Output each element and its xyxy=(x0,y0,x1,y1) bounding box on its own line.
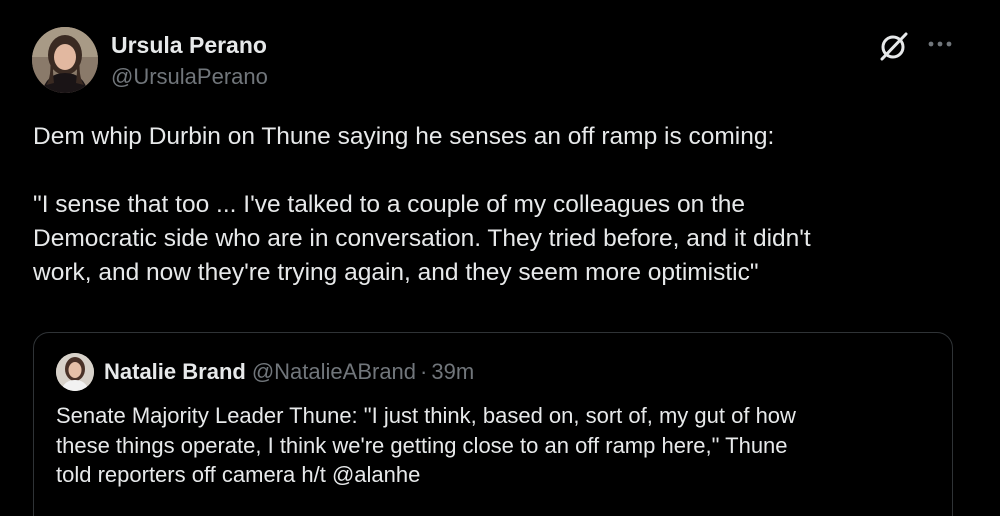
quote-text: Senate Majority Leader Thune: "I just th… xyxy=(56,403,796,487)
more-horizontal-icon[interactable] xyxy=(924,32,956,56)
quote-avatar-image xyxy=(56,353,94,391)
quote-author-handle[interactable]: @NatalieABrand xyxy=(252,359,416,384)
quote-timestamp[interactable]: 39m xyxy=(431,359,474,384)
grok-icon[interactable] xyxy=(876,28,912,64)
author-name[interactable]: Ursula Perano xyxy=(111,32,267,59)
tweet-card: Ursula Perano @UrsulaPerano Dem whip Dur… xyxy=(0,0,1000,516)
author-handle[interactable]: @UrsulaPerano xyxy=(111,64,268,90)
quote-author-avatar[interactable] xyxy=(56,353,94,391)
quote-separator: · xyxy=(420,359,428,384)
quote-header: Natalie Brand @NatalieABrand · 39m xyxy=(104,359,474,385)
author-avatar[interactable] xyxy=(32,27,98,93)
author-avatar-image xyxy=(32,27,98,93)
quote-author-name[interactable]: Natalie Brand xyxy=(104,359,246,384)
tweet-text: Dem whip Durbin on Thune saying he sense… xyxy=(33,123,811,286)
quoted-tweet[interactable]: Natalie Brand @NatalieABrand · 39m Senate M… xyxy=(33,332,953,516)
